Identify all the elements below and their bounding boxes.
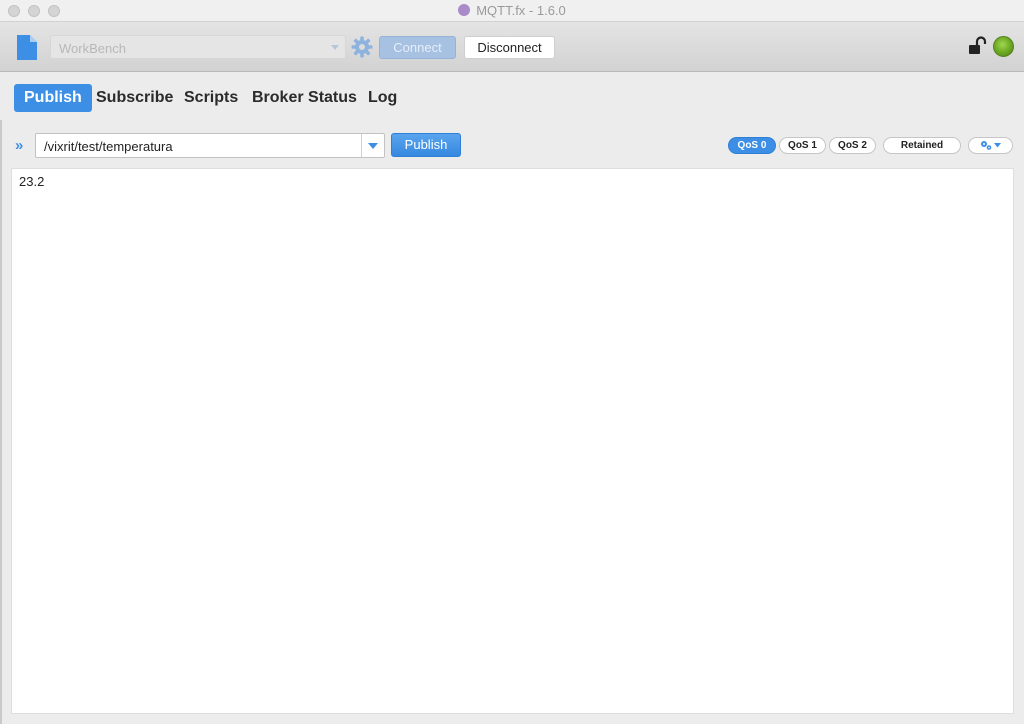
window-title-text: MQTT.fx - 1.6.0: [476, 3, 566, 18]
gears-icon: [980, 140, 1001, 150]
unlock-icon: [969, 36, 987, 54]
tab-publish[interactable]: Publish: [14, 84, 92, 112]
tab-scripts[interactable]: Scripts: [184, 84, 238, 112]
title-bar: MQTT.fx - 1.6.0: [0, 0, 1024, 22]
profile-value: WorkBench: [59, 41, 126, 56]
connect-button[interactable]: Connect: [379, 36, 456, 59]
app-icon: [458, 4, 471, 16]
connection-profile-select[interactable]: WorkBench: [50, 35, 346, 59]
payload-text: 23.2: [19, 174, 45, 189]
disconnect-button[interactable]: Disconnect: [464, 36, 555, 59]
retained-toggle[interactable]: Retained: [883, 137, 961, 154]
gear-icon[interactable]: [351, 36, 373, 58]
toolbar: WorkBench Connect Disconnect: [0, 22, 1024, 72]
tab-broker-status[interactable]: Broker Status: [252, 84, 357, 112]
panel-divider: [0, 120, 2, 724]
tab-log[interactable]: Log: [368, 84, 397, 112]
qos-1-toggle[interactable]: QoS 1: [779, 137, 826, 154]
publish-button[interactable]: Publish: [391, 133, 461, 157]
qos-2-toggle[interactable]: QoS 2: [829, 137, 876, 154]
chevron-down-icon[interactable]: [368, 143, 378, 149]
chevron-down-icon: [331, 45, 339, 50]
qos-0-toggle[interactable]: QoS 0: [728, 137, 776, 154]
topic-value: /vixrit/test/temperatura: [44, 139, 173, 154]
topic-combobox[interactable]: /vixrit/test/temperatura: [35, 133, 385, 158]
combobox-separator: [361, 134, 362, 157]
connection-status-indicator: [993, 36, 1014, 57]
window-title: MQTT.fx - 1.6.0: [0, 3, 1024, 18]
double-chevron-right-icon[interactable]: »: [15, 137, 23, 154]
document-icon[interactable]: [16, 35, 37, 60]
tab-subscribe[interactable]: Subscribe: [96, 84, 173, 112]
payload-editor[interactable]: 23.2: [11, 168, 1014, 714]
options-menu-button[interactable]: [968, 137, 1013, 154]
